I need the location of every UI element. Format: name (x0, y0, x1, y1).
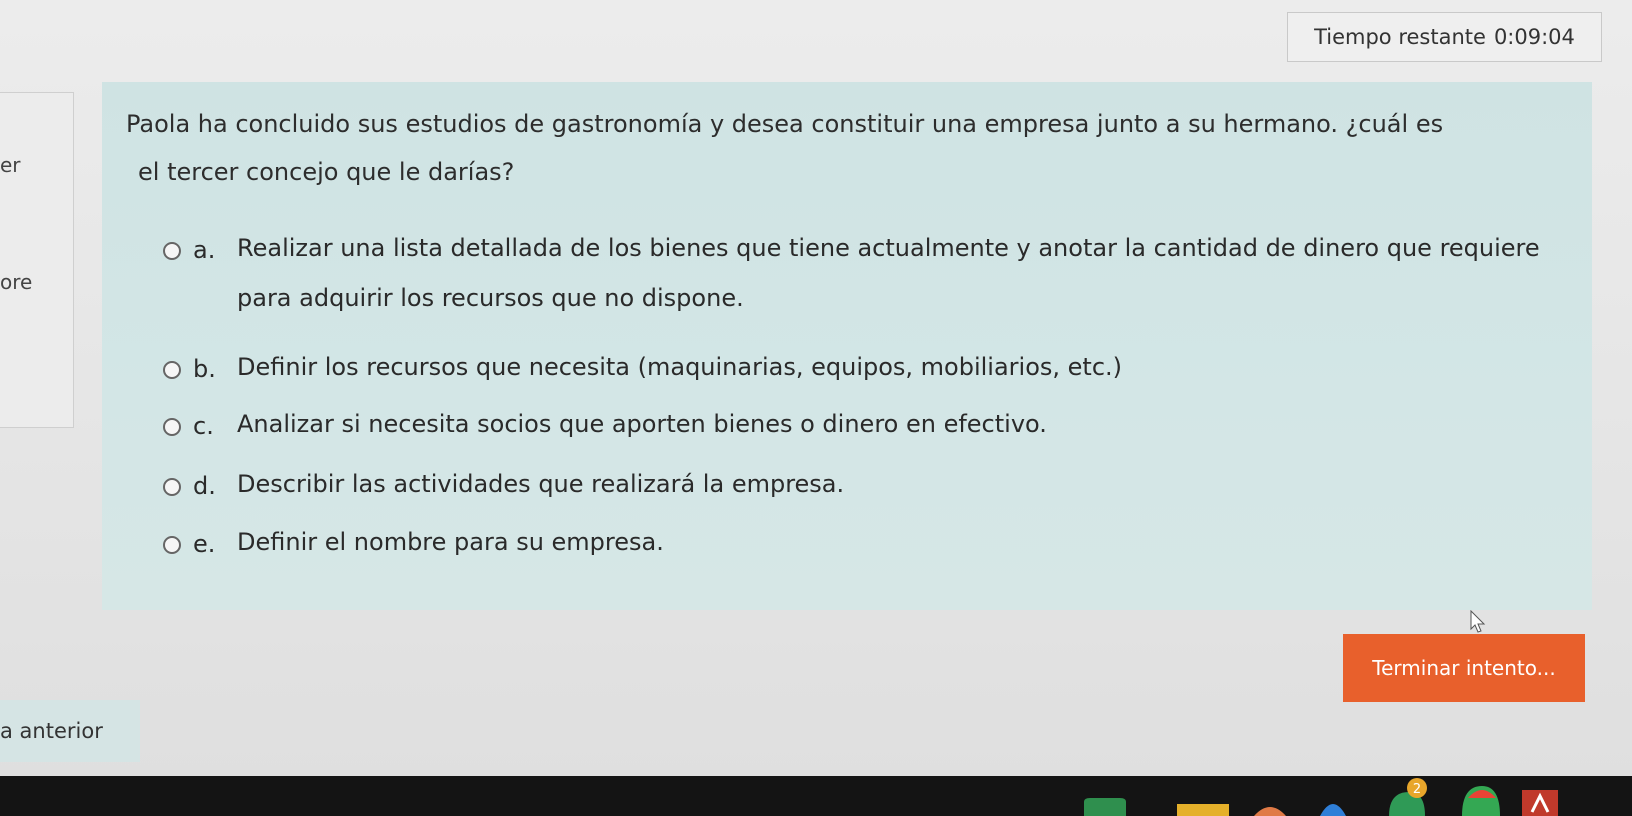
option-text: Definir el nombre para su empresa. (237, 528, 664, 556)
app-icon[interactable] (1520, 786, 1560, 816)
timer-value: 0:09:04 (1493, 25, 1575, 49)
option-letter: c. (193, 412, 214, 440)
sidebar-fragment: er (0, 153, 21, 177)
badge-count: 2 (1413, 782, 1421, 797)
answer-option-c[interactable]: c. Analizar si necesita socios que aport… (163, 410, 1047, 449)
radio-button[interactable] (163, 478, 181, 496)
time-remaining-box: Tiempo restante 0:09:04 (1287, 12, 1602, 62)
option-text: Definir los recursos que necesita (maqui… (237, 353, 1123, 381)
answer-option-a[interactable]: a. Realizar una lista detallada de los b… (163, 234, 1547, 323)
option-text: Analizar si necesita socios que aporten … (237, 410, 1047, 438)
answer-option-e[interactable]: e. Definir el nombre para su empresa. (163, 528, 664, 567)
taskbar: 2 (0, 776, 1632, 816)
option-letter: b. (193, 355, 216, 383)
previous-activity-link[interactable]: a anterior (0, 700, 140, 762)
chrome-icon[interactable] (1458, 780, 1504, 816)
radio-button[interactable] (163, 418, 181, 436)
radio-button[interactable] (163, 361, 181, 379)
answer-option-b[interactable]: b. Definir los recursos que necesita (ma… (163, 353, 1122, 392)
badge-app-icon[interactable]: 2 (1385, 776, 1429, 816)
folder-icon[interactable] (1080, 796, 1130, 816)
option-letter: a. (193, 236, 216, 264)
option-text: Describir las actividades que realizará … (237, 470, 845, 498)
quiz-navigation-panel (0, 92, 74, 428)
answer-option-d[interactable]: d. Describir las actividades que realiza… (163, 470, 844, 509)
question-text-line: el tercer concejo que le darías? (138, 158, 515, 186)
option-letter: e. (193, 530, 216, 558)
folder-icon[interactable] (1175, 802, 1231, 816)
radio-button[interactable] (163, 536, 181, 554)
option-text: Realizar una lista detallada de los bien… (237, 234, 1540, 312)
app-icon[interactable] (1318, 796, 1348, 816)
mouse-cursor-icon (1470, 610, 1486, 633)
question-text-line: Paola ha concluido sus estudios de gastr… (126, 110, 1444, 138)
question-text: Paola ha concluido sus estudios de gastr… (126, 100, 1556, 196)
finish-attempt-button[interactable]: Terminar intento... (1343, 634, 1585, 702)
browser-icon[interactable] (1250, 802, 1290, 816)
radio-button[interactable] (163, 242, 181, 260)
sidebar-fragment: ore (0, 270, 33, 294)
timer-label: Tiempo restante (1314, 25, 1486, 49)
option-letter: d. (193, 472, 216, 500)
